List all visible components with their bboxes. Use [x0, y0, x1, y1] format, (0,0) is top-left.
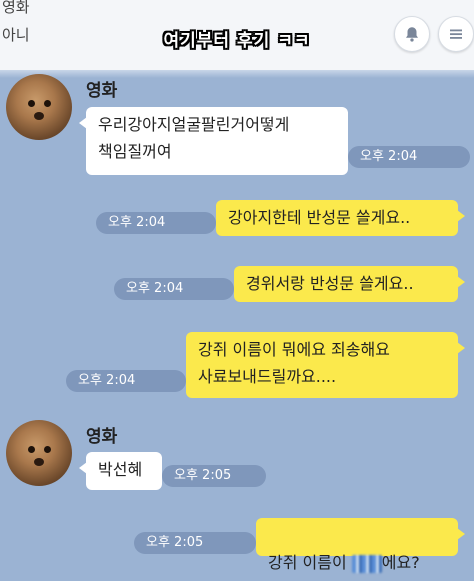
message-text-before: 강쥐 이름이: [268, 553, 352, 572]
message-bubble[interactable]: 경위서랑 반성문 쓸게요..: [234, 266, 465, 302]
avatar[interactable]: [6, 74, 72, 140]
header-fragment-top: 영화: [2, 0, 30, 16]
message-bubble[interactable]: 강아지한테 반성문 쓸게요..: [216, 200, 465, 236]
message-bubble[interactable]: 강쥐 이름이 에요?: [256, 518, 465, 573]
message-time: 오후 2:04: [348, 146, 470, 168]
message-time: 오후 2:05: [162, 465, 266, 487]
message-time: 오후 2:04: [66, 370, 186, 392]
message-text-after: 에요?: [381, 553, 420, 572]
message-time: 오후 2:04: [114, 278, 234, 300]
sender-name: 영화: [86, 427, 118, 447]
sender-name: 영화: [86, 81, 118, 101]
blurred-name: [351, 554, 382, 573]
avatar[interactable]: [6, 420, 72, 486]
message-time: 오후 2:04: [96, 212, 216, 234]
message-time: 오후 2:05: [134, 532, 256, 554]
message-bubble[interactable]: 우리강아지얼굴팔린거어떻게 책임질꺼여: [79, 107, 348, 175]
message-bubble[interactable]: 강쥐 이름이 뭐에요 죄송해요 사료보내드릴까요....: [186, 332, 465, 398]
menu-icon: [450, 29, 462, 39]
menu-button[interactable]: [438, 16, 474, 52]
bell-icon: [406, 27, 418, 42]
notification-button[interactable]: [394, 16, 430, 52]
header-divider: [0, 70, 474, 78]
message-bubble[interactable]: 박선혜: [79, 452, 162, 490]
